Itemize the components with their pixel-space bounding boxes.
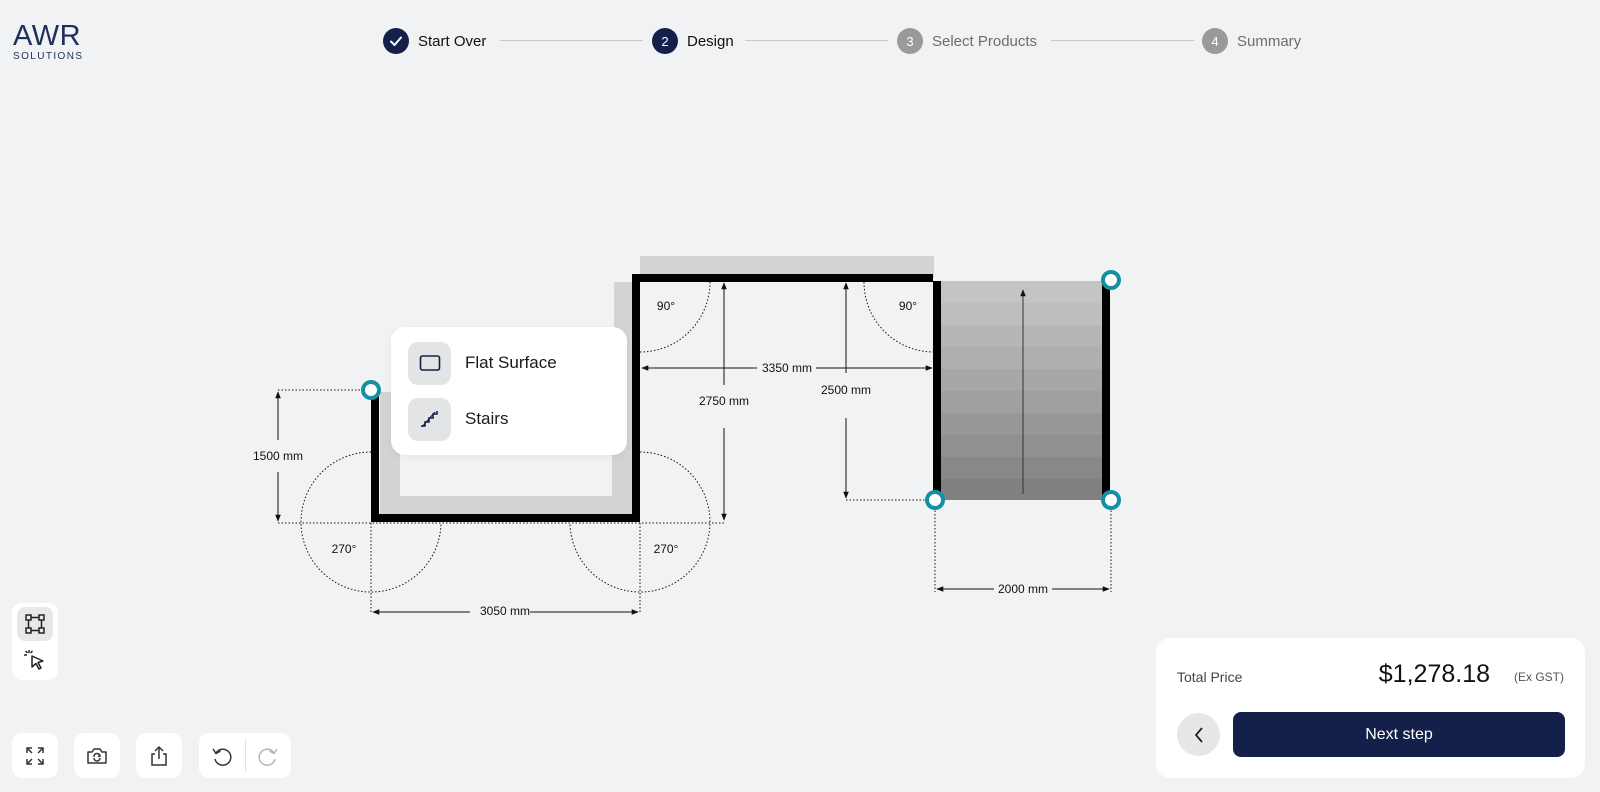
back-button[interactable] bbox=[1177, 713, 1220, 756]
price-card: Total Price $1,278.18 (Ex GST) Next step bbox=[1156, 638, 1585, 778]
total-price-label: Total Price bbox=[1177, 669, 1243, 685]
dim-top-width[interactable]: 3350 mm bbox=[762, 361, 812, 375]
next-step-button[interactable]: Next step bbox=[1233, 712, 1565, 757]
surface-type-menu: Flat Surface Stairs bbox=[391, 327, 627, 455]
corner-handle[interactable] bbox=[925, 490, 945, 510]
chevron-left-icon bbox=[1194, 726, 1203, 743]
expand-button[interactable] bbox=[12, 733, 58, 778]
angle-top-left: 90° bbox=[657, 299, 675, 313]
redo-icon bbox=[258, 748, 278, 766]
dim-middle-height[interactable]: 2750 mm bbox=[699, 394, 749, 408]
dim-stairs-width[interactable]: 2000 mm bbox=[998, 582, 1048, 596]
dim-right-height[interactable]: 2500 mm bbox=[821, 383, 871, 397]
angle-bottom-left: 270° bbox=[332, 542, 357, 556]
stairs-icon bbox=[408, 397, 451, 441]
share-button[interactable] bbox=[136, 733, 182, 778]
corner-handle[interactable] bbox=[1101, 490, 1121, 510]
stairs-block[interactable] bbox=[941, 281, 1109, 500]
menu-item-stairs[interactable]: Stairs bbox=[408, 397, 509, 441]
share-icon bbox=[151, 745, 167, 766]
angle-bottom-right: 270° bbox=[654, 542, 679, 556]
tool-palette bbox=[12, 603, 58, 680]
corner-handle[interactable] bbox=[1101, 270, 1121, 290]
rectangle-icon bbox=[408, 341, 451, 385]
select-cursor-icon[interactable] bbox=[17, 643, 53, 677]
menu-item-label: Stairs bbox=[465, 409, 509, 428]
camera-switch-button[interactable] bbox=[74, 733, 120, 778]
corner-handle[interactable] bbox=[361, 380, 381, 400]
redo-button[interactable] bbox=[245, 733, 291, 778]
shape-edit-icon[interactable] bbox=[17, 607, 53, 641]
camera-switch-icon bbox=[87, 747, 107, 764]
tax-note: (Ex GST) bbox=[1514, 670, 1564, 684]
dim-left-height[interactable]: 1500 mm bbox=[253, 449, 303, 463]
undo-button[interactable] bbox=[199, 733, 245, 778]
undo-icon bbox=[212, 748, 232, 766]
expand-icon bbox=[26, 746, 44, 765]
menu-item-label: Flat Surface bbox=[465, 353, 557, 372]
angle-top-right: 90° bbox=[899, 299, 917, 313]
history-controls bbox=[199, 733, 291, 778]
dim-bottom-width[interactable]: 3050 mm bbox=[480, 604, 530, 618]
menu-item-flat-surface[interactable]: Flat Surface bbox=[408, 341, 557, 385]
total-price-amount: $1,278.18 bbox=[1378, 660, 1490, 688]
